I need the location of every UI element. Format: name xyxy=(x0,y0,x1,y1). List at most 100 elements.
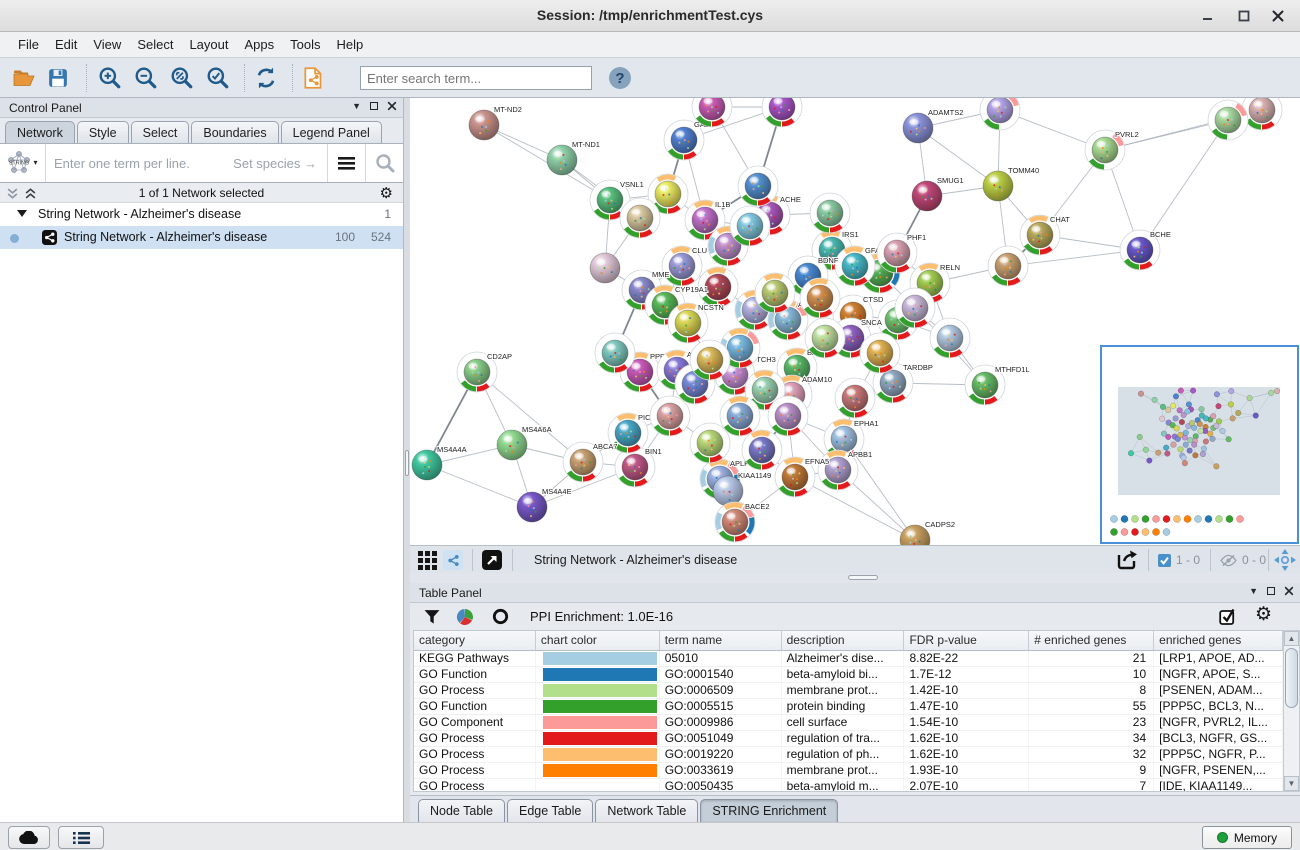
graph-node-cadps2[interactable]: CADPS2 xyxy=(900,520,955,545)
tab-select[interactable]: Select xyxy=(131,121,190,143)
menu-item-layout[interactable]: Layout xyxy=(181,34,236,56)
tab-boundaries[interactable]: Boundaries xyxy=(191,121,278,143)
network-from-clipboard-icon[interactable] xyxy=(300,65,328,91)
graph-node[interactable] xyxy=(930,318,970,358)
select-all-checkbox-icon[interactable] xyxy=(1219,608,1238,625)
table-row[interactable]: GO ComponentGO:0009986cell surface1.54E-… xyxy=(414,715,1283,731)
graph-node[interactable] xyxy=(895,288,935,328)
graph-node[interactable] xyxy=(730,206,770,246)
column-header-enriched-genes[interactable]: enriched genes xyxy=(1154,631,1283,651)
graph-node[interactable] xyxy=(800,278,840,318)
column-header-fdr-p-value[interactable]: FDR p-value xyxy=(904,631,1029,651)
save-session-icon[interactable] xyxy=(44,65,72,91)
splitter-grip[interactable] xyxy=(848,575,878,580)
scroll-up-button[interactable]: ▲ xyxy=(1284,631,1299,646)
tab-string-enrichment[interactable]: STRING Enrichment xyxy=(700,799,838,822)
tab-network-table[interactable]: Network Table xyxy=(595,799,698,822)
graph-node-ms4a4e[interactable]: MS4A4E xyxy=(517,487,572,522)
control-panel-close-icon[interactable] xyxy=(387,101,397,111)
cloud-tasks-button[interactable] xyxy=(8,826,50,849)
table-panel-float-icon[interactable] xyxy=(1267,587,1275,595)
column-header--enriched-genes[interactable]: # enriched genes xyxy=(1029,631,1154,651)
maximize-button[interactable] xyxy=(1236,8,1252,24)
graph-node-mt-nd2[interactable]: MT-ND2 xyxy=(469,105,522,140)
table-row[interactable]: GO FunctionGO:0001540beta-amyloid bi...1… xyxy=(414,667,1283,683)
graph-node[interactable] xyxy=(768,396,808,436)
graph-node-abca7[interactable]: ABCA7 xyxy=(563,442,618,482)
graph-node-cd2ap[interactable]: CD2AP xyxy=(457,352,512,392)
graph-node[interactable] xyxy=(690,423,730,463)
search-input[interactable] xyxy=(360,66,592,90)
enrichment-table[interactable]: categorychart colorterm namedescriptionF… xyxy=(413,630,1283,792)
zoom-fit-icon[interactable] xyxy=(168,65,196,91)
task-history-button[interactable] xyxy=(58,826,104,849)
graph-node[interactable] xyxy=(742,430,782,470)
table-row[interactable]: GO ProcessGO:0051049regulation of tra...… xyxy=(414,731,1283,747)
donut-chart-icon[interactable] xyxy=(492,608,509,625)
graph-node[interactable] xyxy=(738,166,778,206)
table-scrollbar[interactable]: ▲ ▼ xyxy=(1283,630,1300,792)
column-header-chart-color[interactable]: chart color xyxy=(536,631,660,651)
table-row[interactable]: GO FunctionGO:0005515protein binding1.47… xyxy=(414,699,1283,715)
help-icon[interactable]: ? xyxy=(606,65,634,91)
network-collection-row[interactable]: String Network - Alzheimer's disease 1 xyxy=(0,203,403,226)
menu-item-select[interactable]: Select xyxy=(129,34,181,56)
menu-item-apps[interactable]: Apps xyxy=(237,34,283,56)
string-term-input[interactable]: Enter one term per line. xyxy=(46,144,233,182)
graph-node[interactable] xyxy=(810,193,850,233)
tab-edge-table[interactable]: Edge Table xyxy=(507,799,593,822)
string-logo-dropdown[interactable]: STRING ▾ xyxy=(0,144,46,182)
graph-node[interactable] xyxy=(650,396,690,436)
scrollbar-thumb[interactable] xyxy=(1285,648,1298,708)
graph-node-chat[interactable]: CHAT xyxy=(1020,215,1070,255)
table-row[interactable]: GO ProcessGO:0033619membrane prot...1.93… xyxy=(414,763,1283,779)
graph-node-ncstn[interactable]: NCSTN xyxy=(668,303,724,343)
open-in-browser-icon[interactable] xyxy=(482,550,502,570)
export-network-icon[interactable] xyxy=(1116,550,1139,570)
string-search-button[interactable] xyxy=(365,144,403,182)
table-panel-close-icon[interactable] xyxy=(1284,586,1294,596)
pie-chart-icon[interactable] xyxy=(456,608,474,626)
set-species-hint[interactable]: Set species → xyxy=(233,144,327,182)
graph-node[interactable] xyxy=(595,333,635,373)
graph-node-mthfd1l[interactable]: MTHFD1L xyxy=(965,365,1030,405)
menu-item-file[interactable]: File xyxy=(10,34,47,56)
tab-legend-panel[interactable]: Legend Panel xyxy=(281,121,382,143)
close-button[interactable] xyxy=(1270,8,1286,24)
graph-node-pvrl2[interactable]: PVRL2 xyxy=(1085,130,1139,170)
network-options-gear-icon[interactable]: ⚙ xyxy=(380,184,393,202)
birdseye-view[interactable] xyxy=(1100,345,1299,544)
tab-style[interactable]: Style xyxy=(77,121,129,143)
filter-icon[interactable] xyxy=(424,609,440,625)
graph-node[interactable] xyxy=(690,340,730,380)
scroll-down-button[interactable]: ▼ xyxy=(1284,776,1299,791)
graph-node[interactable] xyxy=(860,333,900,373)
column-header-term-name[interactable]: term name xyxy=(660,631,782,651)
graph-node[interactable] xyxy=(805,318,845,358)
tree-expand-caret-icon[interactable] xyxy=(17,210,27,217)
minimize-button[interactable] xyxy=(1200,8,1216,24)
table-row[interactable]: GO ProcessGO:0050435beta-amyloid m...2.0… xyxy=(414,779,1283,792)
table-row[interactable]: GO ProcessGO:0006509membrane prot...1.42… xyxy=(414,683,1283,699)
tab-network[interactable]: Network xyxy=(5,121,75,143)
menu-item-edit[interactable]: Edit xyxy=(47,34,85,56)
graph-node[interactable] xyxy=(720,396,760,436)
graph-node-mt-nd1[interactable]: MT-ND1 xyxy=(547,140,600,175)
table-row[interactable]: GO ProcessGO:0019220regulation of ph...1… xyxy=(414,747,1283,763)
share-network-icon[interactable] xyxy=(443,550,463,570)
zoom-selected-icon[interactable] xyxy=(204,65,232,91)
graph-node[interactable] xyxy=(620,198,660,238)
graph-node-bace2[interactable]: BACE2 xyxy=(715,502,770,542)
graph-node-ms4a4a[interactable]: MS4A4A xyxy=(412,445,467,480)
graph-node[interactable] xyxy=(590,253,620,283)
control-panel-collapse-icon[interactable]: ▼ xyxy=(352,102,361,111)
column-header-description[interactable]: description xyxy=(782,631,905,651)
zoom-out-icon[interactable] xyxy=(132,65,160,91)
network-canvas[interactable]: MT-ND2MT-ND1VSNL1GAB2ADAMTS2PVRL2TOMM40S… xyxy=(410,98,1300,545)
horizontal-splitter[interactable] xyxy=(410,573,1300,583)
graph-node-apbb1[interactable]: APBB1 xyxy=(818,450,872,490)
table-row[interactable]: KEGG Pathways05010Alzheimer's dise...8.8… xyxy=(414,651,1283,667)
graph-node[interactable] xyxy=(1242,98,1282,130)
open-session-icon[interactable] xyxy=(10,65,38,91)
graph-node[interactable] xyxy=(762,98,802,127)
